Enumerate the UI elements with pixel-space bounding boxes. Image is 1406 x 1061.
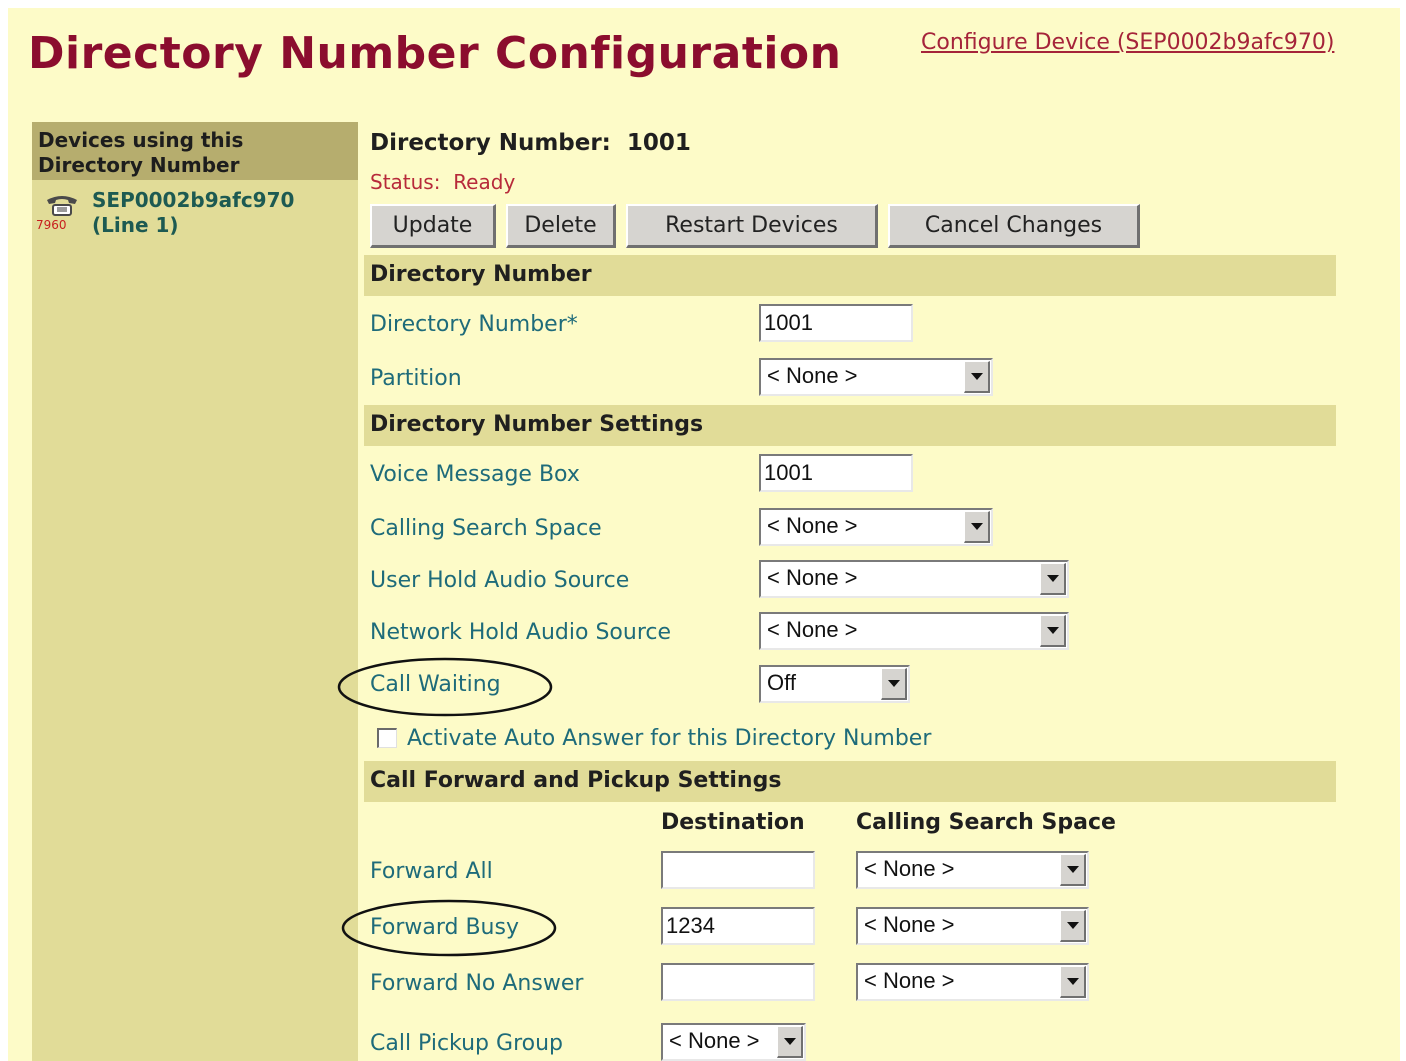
network-hold-audio-source-label: Network Hold Audio Source [370,620,672,645]
chevron-down-icon[interactable] [964,361,990,393]
section-directory-number: Directory Number [364,255,1336,296]
section-title: Directory Number [370,262,592,287]
chevron-down-icon[interactable] [1040,563,1066,595]
page-title: Directory Number Configuration [28,28,842,79]
section-directory-number-settings: Directory Number Settings [364,405,1336,446]
chevron-down-icon[interactable] [1060,854,1086,886]
cancel-changes-button[interactable]: Cancel Changes [888,204,1140,248]
status-line: Status: Ready [370,170,515,194]
chevron-down-icon[interactable] [881,668,907,700]
device-link[interactable]: SEP0002b9afc970 (Line 1) [92,188,294,238]
directory-number-input[interactable] [759,304,913,342]
call-pickup-group-value: < None > [669,1028,760,1053]
update-button[interactable]: Update [370,204,496,248]
call-pickup-group-select[interactable]: < None > [661,1023,806,1061]
call-pickup-group-label: Call Pickup Group [370,1031,563,1056]
directory-number-label: Directory Number* [370,312,578,337]
destination-column-header: Destination [661,810,805,835]
partition-label: Partition [370,366,462,391]
partition-select[interactable]: < None > [759,358,993,396]
partition-value: < None > [767,363,858,388]
forward-all-destination-input[interactable] [661,851,815,889]
voice-message-box-input[interactable] [759,454,913,492]
sidebar: Devices using this Directory Number 7960… [32,122,358,1061]
chevron-down-icon[interactable] [1060,910,1086,942]
section-title: Directory Number Settings [370,412,704,437]
forward-no-answer-destination-input[interactable] [661,963,815,1001]
call-waiting-select[interactable]: Off [759,665,910,703]
delete-button[interactable]: Delete [506,204,616,248]
chevron-down-icon[interactable] [1040,615,1066,647]
heading-value: 1001 [626,130,691,156]
network-hold-audio-source-select[interactable]: < None > [759,612,1069,650]
directory-number-heading: Directory Number: 1001 [370,130,691,156]
forward-busy-label: Forward Busy [370,915,519,940]
user-hold-audio-source-select[interactable]: < None > [759,560,1069,598]
forward-no-answer-css-select[interactable]: < None > [856,963,1089,1001]
user-hold-audio-source-value: < None > [767,565,858,590]
forward-busy-destination-input[interactable] [661,907,815,945]
calling-search-space-column-header: Calling Search Space [856,810,1116,835]
phone-model-label: 7960 [36,218,67,232]
forward-all-css-select[interactable]: < None > [856,851,1089,889]
forward-no-answer-css-value: < None > [864,968,955,993]
voice-message-box-label: Voice Message Box [370,462,580,487]
heading-label: Directory Number: [370,130,611,156]
forward-busy-css-select[interactable]: < None > [856,907,1089,945]
sidebar-header: Devices using this Directory Number [32,122,358,180]
status-value: Ready [453,170,516,194]
status-label: Status: [370,170,441,194]
configure-device-link[interactable]: Configure Device (SEP0002b9afc970) [921,30,1334,55]
device-name[interactable]: SEP0002b9afc970 [92,188,294,213]
device-line[interactable]: (Line 1) [92,213,294,238]
phone-icon [47,196,77,216]
auto-answer-checkbox[interactable] [377,728,397,748]
chevron-down-icon[interactable] [964,511,990,543]
section-call-forward-pickup: Call Forward and Pickup Settings [364,761,1336,802]
chevron-down-icon[interactable] [777,1026,803,1058]
forward-busy-css-value: < None > [864,912,955,937]
restart-devices-button[interactable]: Restart Devices [626,204,878,248]
auto-answer-label: Activate Auto Answer for this Directory … [407,726,932,751]
calling-search-space-label: Calling Search Space [370,516,602,541]
call-waiting-value: Off [767,670,796,695]
chevron-down-icon[interactable] [1060,966,1086,998]
calling-search-space-value: < None > [767,513,858,538]
call-waiting-label: Call Waiting [370,672,501,697]
caption-strip [0,0,1406,8]
network-hold-audio-source-value: < None > [767,617,858,642]
forward-no-answer-label: Forward No Answer [370,971,584,996]
section-title: Call Forward and Pickup Settings [370,768,782,793]
calling-search-space-select[interactable]: < None > [759,508,993,546]
forward-all-label: Forward All [370,859,493,884]
user-hold-audio-source-label: User Hold Audio Source [370,568,630,593]
forward-all-css-value: < None > [864,856,955,881]
sidebar-header-label: Devices using this Directory Number [38,128,244,177]
